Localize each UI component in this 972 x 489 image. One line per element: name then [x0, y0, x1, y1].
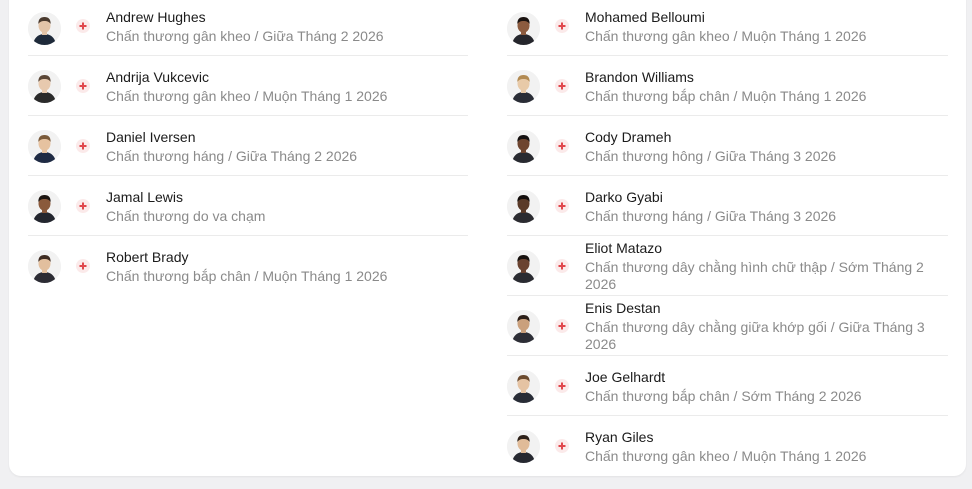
player-name[interactable]: Andrew Hughes	[106, 9, 468, 26]
injury-detail: Chấn thương háng / Giữa Tháng 3 2026	[585, 208, 837, 224]
injury-cross-icon	[76, 199, 90, 213]
player-row[interactable]: Andrew Hughes Chấn thương gân kheo / Giữ…	[28, 0, 468, 56]
player-avatar	[507, 310, 540, 343]
injury-cross-icon	[76, 139, 90, 153]
player-row[interactable]: Joe Gelhardt Chấn thương bắp chân / Sớm …	[507, 356, 948, 416]
injury-cross-icon	[555, 379, 569, 393]
injury-detail: Chấn thương hông / Giữa Tháng 3 2026	[585, 148, 837, 164]
player-row[interactable]: Daniel Iversen Chấn thương háng / Giữa T…	[28, 116, 468, 176]
player-avatar	[507, 370, 540, 403]
player-avatar	[507, 430, 540, 463]
injury-detail: Chấn thương bắp chân / Sớm Tháng 2 2026	[585, 388, 862, 404]
injury-cross-icon	[555, 439, 569, 453]
player-name[interactable]: Andrija Vukcevic	[106, 69, 468, 86]
player-row[interactable]: Darko Gyabi Chấn thương háng / Giữa Thán…	[507, 176, 948, 236]
player-row[interactable]: Eliot Matazo Chấn thương dây chằng hình …	[507, 236, 948, 296]
player-row[interactable]: Brandon Williams Chấn thương bắp chân / …	[507, 56, 948, 116]
player-name[interactable]: Darko Gyabi	[585, 189, 948, 206]
player-name[interactable]: Jamal Lewis	[106, 189, 468, 206]
player-row[interactable]: Mohamed Belloumi Chấn thương gân kheo / …	[507, 0, 948, 56]
player-avatar	[507, 130, 540, 163]
player-row[interactable]: Cody Drameh Chấn thương hông / Giữa Thán…	[507, 116, 948, 176]
player-avatar	[507, 250, 540, 283]
player-row[interactable]: Enis Destan Chấn thương dây chằng giữa k…	[507, 296, 948, 356]
player-name[interactable]: Ryan Giles	[585, 429, 948, 446]
player-row[interactable]: Jamal Lewis Chấn thương do va chạm	[28, 176, 468, 236]
player-name[interactable]: Daniel Iversen	[106, 129, 468, 146]
player-avatar	[28, 130, 61, 163]
player-name[interactable]: Enis Destan	[585, 300, 948, 317]
injury-detail: Chấn thương gân kheo / Muộn Tháng 1 2026	[106, 88, 388, 104]
player-row[interactable]: Robert Brady Chấn thương bắp chân / Muộn…	[28, 236, 468, 296]
injury-detail: Chấn thương bắp chân / Muộn Tháng 1 2026	[585, 88, 867, 104]
injury-detail: Chấn thương gân kheo / Muộn Tháng 1 2026	[585, 448, 867, 464]
player-row[interactable]: Andrija Vukcevic Chấn thương gân kheo / …	[28, 56, 468, 116]
injury-cross-icon	[555, 319, 569, 333]
injury-cross-icon	[76, 259, 90, 273]
injury-cross-icon	[76, 19, 90, 33]
player-avatar	[28, 250, 61, 283]
injury-detail: Chấn thương do va chạm	[106, 208, 266, 224]
player-name[interactable]: Brandon Williams	[585, 69, 948, 86]
injury-cross-icon	[555, 199, 569, 213]
injury-cross-icon	[76, 79, 90, 93]
injury-cross-icon	[555, 79, 569, 93]
player-avatar	[507, 70, 540, 103]
player-name[interactable]: Robert Brady	[106, 249, 468, 266]
injury-detail: Chấn thương gân kheo / Muộn Tháng 1 2026	[585, 28, 867, 44]
player-name[interactable]: Mohamed Belloumi	[585, 9, 948, 26]
injury-cross-icon	[555, 139, 569, 153]
injury-detail: Chấn thương dây chằng hình chữ thập / Sớ…	[585, 259, 924, 292]
player-name[interactable]: Cody Drameh	[585, 129, 948, 146]
injury-detail: Chấn thương bắp chân / Muộn Tháng 1 2026	[106, 268, 388, 284]
player-avatar	[28, 190, 61, 223]
player-name[interactable]: Eliot Matazo	[585, 240, 948, 257]
player-avatar	[507, 190, 540, 223]
injury-cross-icon	[555, 19, 569, 33]
injury-cross-icon	[555, 259, 569, 273]
injury-detail: Chấn thương háng / Giữa Tháng 2 2026	[106, 148, 358, 164]
player-avatar	[507, 12, 540, 45]
player-name[interactable]: Joe Gelhardt	[585, 369, 948, 386]
player-avatar	[28, 12, 61, 45]
injury-detail: Chấn thương gân kheo / Giữa Tháng 2 2026	[106, 28, 384, 44]
injury-detail: Chấn thương dây chằng giữa khớp gối / Gi…	[585, 319, 925, 352]
player-row[interactable]: Ryan Giles Chấn thương gân kheo / Muộn T…	[507, 416, 948, 476]
player-avatar	[28, 70, 61, 103]
